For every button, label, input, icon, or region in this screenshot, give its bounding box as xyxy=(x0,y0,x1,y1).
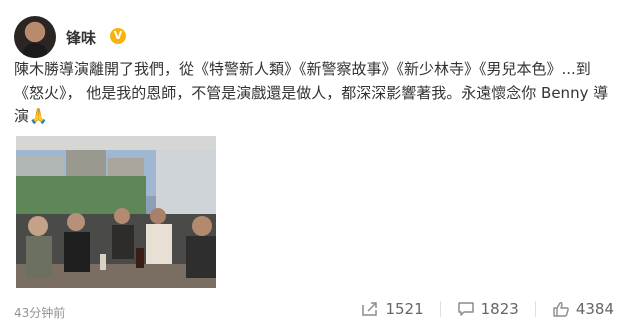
action-divider xyxy=(439,301,441,317)
author-name[interactable]: 锋味 xyxy=(66,27,96,48)
post-timestamp: 43分钟前 xyxy=(14,306,66,320)
share-button[interactable]: 1521 xyxy=(361,300,424,318)
post-body: 陳木勝導演離開了我們，從《特警新人類》《新警察故事》《新少林寺》《男兒本色》..… xyxy=(14,60,609,125)
verified-badge-icon: V xyxy=(110,28,126,44)
comment-button[interactable]: 1823 xyxy=(457,300,519,318)
like-count: 4384 xyxy=(575,300,614,318)
author-avatar[interactable] xyxy=(14,16,56,58)
action-bar: 1521 1823 4384 xyxy=(345,300,614,318)
post-text: 陳木勝導演離開了我們，從《特警新人類》《新警察故事》《新少林寺》《男兒本色》..… xyxy=(14,58,610,129)
pray-emoji-icon: 🙏 xyxy=(29,107,48,125)
like-icon xyxy=(553,302,569,317)
share-icon xyxy=(362,302,378,316)
action-divider xyxy=(534,301,536,317)
comment-count: 1823 xyxy=(480,300,519,318)
like-button[interactable]: 4384 xyxy=(552,300,614,318)
post-photo[interactable] xyxy=(16,136,216,288)
comment-icon xyxy=(457,302,474,316)
share-count: 1521 xyxy=(385,300,424,318)
